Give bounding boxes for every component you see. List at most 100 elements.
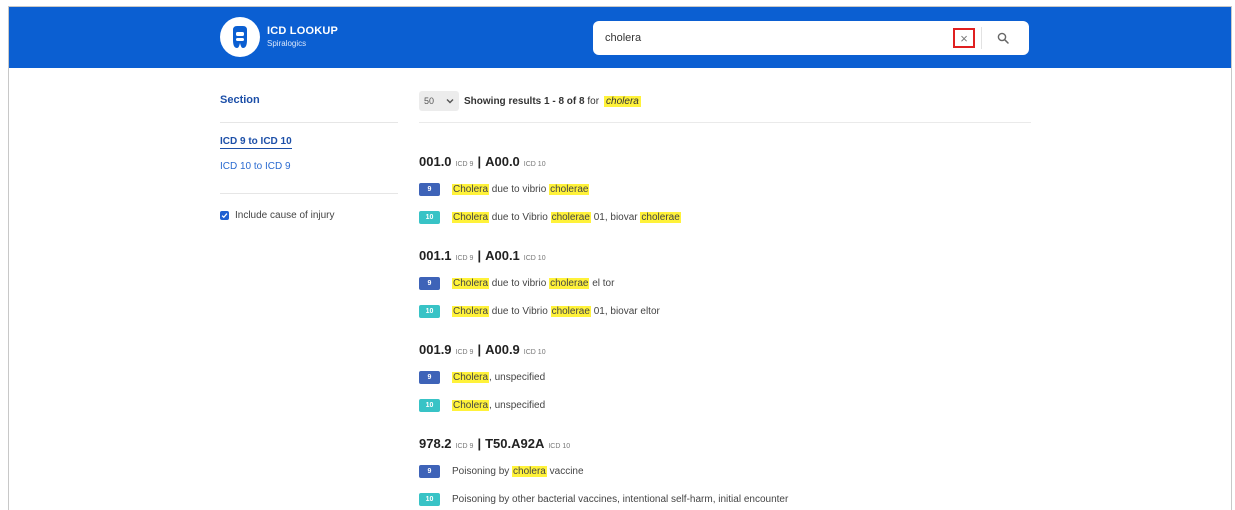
search-button[interactable]	[989, 27, 1017, 49]
description-fragment: due to Vibrio	[489, 212, 551, 223]
description-fragment: Poisoning by other bacterial vaccines, i…	[452, 494, 789, 505]
result-group: 978.2 ICD 9 | T50.A92A ICD 10 9 Poisoning by c…	[419, 436, 788, 506]
search-divider	[981, 27, 982, 49]
icd10-tag: ICD 10	[523, 255, 546, 262]
icd10-description: 10 Cholera, unspecified	[419, 399, 545, 412]
icd9-badge: 9	[419, 465, 440, 478]
code-separator: |	[477, 342, 482, 357]
description-fragment: el tor	[589, 278, 615, 289]
icd9-code[interactable]: 001.0	[419, 154, 452, 169]
icd10-code[interactable]: A00.9	[485, 342, 520, 357]
highlighted-term: Cholera	[452, 306, 490, 317]
description-fragment: 01, biovar	[590, 212, 641, 223]
highlighted-term: cholerae	[550, 306, 591, 317]
icd9-tag: ICD 9	[455, 161, 474, 168]
highlighted-term: cholera	[512, 466, 547, 477]
highlighted-term: Cholera	[452, 184, 490, 195]
results-divider	[419, 122, 1031, 123]
description-fragment: due to Vibrio	[489, 306, 551, 317]
include-cause-of-injury-checkbox[interactable]	[220, 211, 229, 220]
code-separator: |	[477, 154, 482, 169]
icd10-badge: 10	[419, 399, 440, 412]
description-text: Cholera due to Vibrio cholerae 01, biova…	[452, 212, 681, 223]
icd9-badge: 9	[419, 277, 440, 290]
icd9-code[interactable]: 001.1	[419, 248, 452, 263]
description-text: Cholera due to vibrio cholerae	[452, 184, 590, 195]
icd9-tag: ICD 9	[455, 255, 474, 262]
highlighted-term: cholerae	[549, 278, 590, 289]
description-text: Poisoning by cholera vaccine	[452, 466, 584, 477]
description-fragment: vaccine	[546, 466, 584, 477]
highlighted-term: Cholera	[452, 212, 490, 223]
icd10-tag: ICD 10	[523, 349, 546, 356]
showing-prefix: Showing results	[464, 95, 542, 107]
checkbox-label: Include cause of injury	[235, 210, 335, 221]
code-mapping: 001.9 ICD 9 | A00.9 ICD 10	[419, 342, 546, 357]
icd9-badge: 9	[419, 371, 440, 384]
icd10-description: 10 Cholera due to Vibrio cholerae 01, bio…	[419, 305, 660, 318]
header-bar: ICD LOOKUP Spiralogics ×	[9, 7, 1231, 68]
icd10-code[interactable]: A00.0	[485, 154, 520, 169]
description-fragment: , unspecified	[489, 400, 546, 411]
code-separator: |	[477, 436, 482, 451]
icd10-tag: ICD 10	[548, 443, 571, 450]
brand-title: ICD LOOKUP	[267, 25, 339, 37]
showing-text: Showing results 1 - 8 of 8 for	[464, 96, 599, 107]
icd9-description: 9 Cholera, unspecified	[419, 371, 545, 384]
icd9-badge: 9	[419, 183, 440, 196]
description-text: Cholera, unspecified	[452, 400, 545, 411]
description-fragment: Poisoning by	[452, 466, 513, 477]
icd10-code[interactable]: A00.1	[485, 248, 520, 263]
icd9-description: 9 Cholera due to vibrio cholerae	[419, 183, 590, 196]
sidebar-link-icd9-to-icd10[interactable]: ICD 9 to ICD 10	[220, 136, 292, 149]
icd10-badge: 10	[419, 305, 440, 318]
description-fragment: due to vibrio	[489, 184, 550, 195]
icd9-code[interactable]: 001.9	[419, 342, 452, 357]
tooth-logo-icon	[233, 26, 247, 48]
browser-frame: ICD LOOKUP Spiralogics × Section ICD 9 t…	[8, 6, 1232, 510]
code-mapping: 001.1 ICD 9 | A00.1 ICD 10	[419, 248, 546, 263]
check-icon	[221, 213, 228, 219]
brand-subtitle: Spiralogics	[267, 39, 307, 48]
results-range: 1 - 8 of 8	[544, 95, 585, 107]
per-page-value: 50	[424, 96, 435, 106]
highlighted-term: cholerae	[550, 212, 591, 223]
sidebar-divider	[220, 193, 398, 194]
result-group: 001.9 ICD 9 | A00.9 ICD 10 9 Cholera, unspecif…	[419, 342, 546, 412]
code-separator: |	[477, 248, 482, 263]
chevron-down-icon	[446, 99, 454, 104]
search-input[interactable]	[605, 29, 935, 47]
highlighted-term: Cholera	[452, 400, 490, 411]
icd9-tag: ICD 9	[455, 349, 474, 356]
close-icon: ×	[960, 30, 968, 46]
sidebar-title: Section	[220, 94, 260, 106]
code-mapping: 001.0 ICD 9 | A00.0 ICD 10	[419, 154, 546, 169]
description-text: Poisoning by other bacterial vaccines, i…	[452, 494, 788, 505]
icd9-description: 9 Poisoning by cholera vaccine	[419, 465, 584, 478]
icd10-tag: ICD 10	[523, 161, 546, 168]
description-text: Cholera, unspecified	[452, 372, 545, 383]
description-fragment: , unspecified	[489, 372, 546, 383]
clear-search-button[interactable]: ×	[953, 28, 975, 48]
icd10-code[interactable]: T50.A92A	[485, 436, 544, 451]
query-highlight: cholera	[604, 95, 641, 107]
include-cause-of-injury-option: Include cause of injury	[220, 210, 335, 221]
result-group: 001.1 ICD 9 | A00.1 ICD 10 9 Cholera due to vi…	[419, 248, 660, 318]
sidebar-link-icd10-to-icd9[interactable]: ICD 10 to ICD 9	[220, 161, 291, 172]
sidebar-divider	[220, 122, 398, 123]
search-icon	[997, 32, 1009, 44]
highlighted-term: cholerae	[549, 184, 590, 195]
per-page-select[interactable]: 50	[419, 91, 459, 111]
icd10-description: 10 Poisoning by other bacterial vaccines,…	[419, 493, 788, 506]
highlighted-term: cholerae	[640, 212, 681, 223]
highlighted-term: Cholera	[452, 278, 490, 289]
icd9-code[interactable]: 978.2	[419, 436, 452, 451]
for-word: for	[587, 95, 600, 107]
icd10-description: 10 Cholera due to Vibrio cholerae 01, bio…	[419, 211, 681, 224]
description-text: Cholera due to vibrio cholerae el tor	[452, 278, 614, 289]
result-group: 001.0 ICD 9 | A00.0 ICD 10 9 Cholera due to vi…	[419, 154, 681, 224]
description-text: Cholera due to Vibrio cholerae 01, biova…	[452, 306, 660, 317]
description-fragment: due to vibrio	[489, 278, 550, 289]
icd9-description: 9 Cholera due to vibrio cholerae el tor	[419, 277, 614, 290]
logo[interactable]	[220, 17, 260, 57]
